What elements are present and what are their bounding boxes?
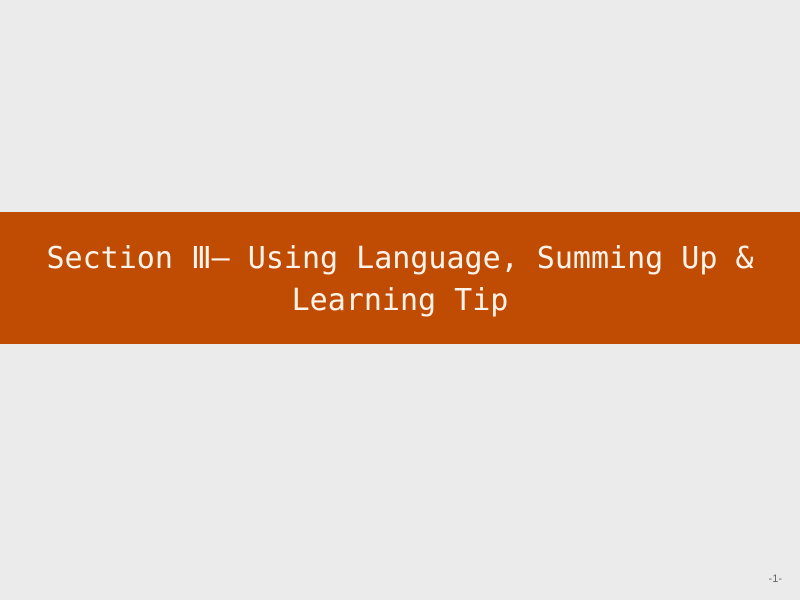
title-band: Section Ⅲ— Using Language, Summing Up & … <box>0 212 800 344</box>
slide: Section Ⅲ— Using Language, Summing Up & … <box>0 0 800 600</box>
page-number: -1- <box>768 573 782 585</box>
slide-title: Section Ⅲ— Using Language, Summing Up & … <box>46 241 754 318</box>
